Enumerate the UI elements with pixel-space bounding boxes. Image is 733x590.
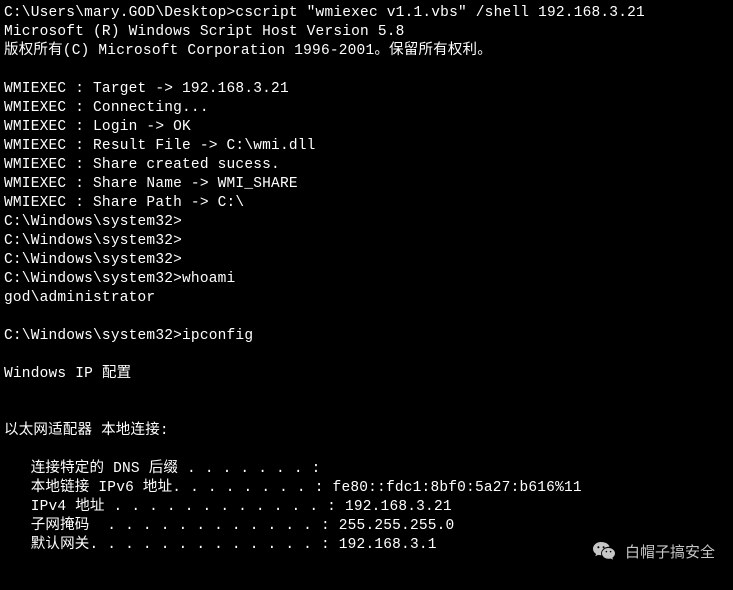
terminal-line: WMIEXEC : Share created sucess. <box>4 157 280 173</box>
terminal-line: 本地链接 IPv6 地址. . . . . . . . : fe80::fdc1… <box>4 480 582 496</box>
terminal-line: WMIEXEC : Login -> OK <box>4 119 191 135</box>
terminal-line: Microsoft (R) Windows Script Host Versio… <box>4 24 405 40</box>
terminal-line: C:\Windows\system32>ipconfig <box>4 328 253 344</box>
terminal-line: 以太网适配器 本地连接: <box>4 423 169 439</box>
terminal-line: C:\Windows\system32> <box>4 214 182 230</box>
terminal-line: 子网掩码 . . . . . . . . . . . . : 255.255.2… <box>4 518 454 534</box>
terminal-output[interactable]: C:\Users\mary.GOD\Desktop>cscript "wmiex… <box>0 0 733 559</box>
terminal-line: WMIEXEC : Result File -> C:\wmi.dll <box>4 138 316 154</box>
terminal-line: C:\Windows\system32>whoami <box>4 271 235 287</box>
terminal-line: 默认网关. . . . . . . . . . . . . : 192.168.… <box>4 537 437 553</box>
terminal-line: WMIEXEC : Share Path -> C:\ <box>4 195 244 211</box>
terminal-line: C:\Users\mary.GOD\Desktop>cscript "wmiex… <box>4 5 645 21</box>
terminal-line: Windows IP 配置 <box>4 366 131 382</box>
terminal-line: WMIEXEC : Share Name -> WMI_SHARE <box>4 176 298 192</box>
terminal-line: WMIEXEC : Target -> 192.168.3.21 <box>4 81 289 97</box>
terminal-line: 版权所有(C) Microsoft Corporation 1996-2001。… <box>4 43 492 59</box>
terminal-line: IPv4 地址 . . . . . . . . . . . . : 192.16… <box>4 499 452 515</box>
terminal-line: C:\Windows\system32> <box>4 252 182 268</box>
terminal-line: 连接特定的 DNS 后缀 . . . . . . . : <box>4 461 321 477</box>
terminal-line: god\administrator <box>4 290 155 306</box>
terminal-line: WMIEXEC : Connecting... <box>4 100 209 116</box>
terminal-line: C:\Windows\system32> <box>4 233 182 249</box>
